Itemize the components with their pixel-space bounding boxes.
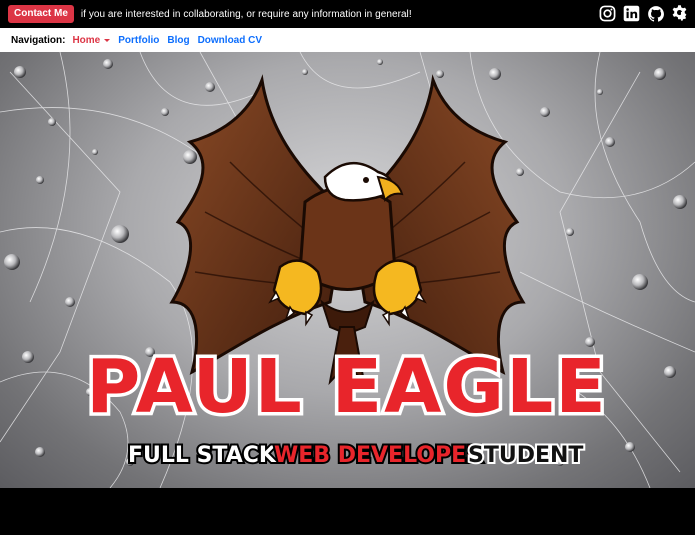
github-icon[interactable]	[646, 4, 665, 23]
linkedin-icon[interactable]	[622, 4, 641, 23]
caret-down-icon	[104, 38, 111, 42]
navigation-label: Navigation:	[11, 34, 66, 46]
settings-gear-icon[interactable]	[670, 4, 689, 23]
nav-item-home-label: Home	[72, 34, 101, 46]
nav-item-portfolio[interactable]: Portfolio	[118, 35, 159, 46]
navigation-bar: Navigation: Home Portfolio Blog Download…	[0, 28, 695, 52]
spider-web-background: PAUL EAGLE FULL STACK WEB DEVELOPER STUD…	[0, 52, 695, 488]
subtitle-web-developer: WEB DEVELOPER	[274, 443, 483, 468]
social-links	[598, 4, 689, 23]
hero-subtitle: FULL STACK WEB DEVELOPER STUDENT	[126, 441, 585, 470]
eagle-logo	[169, 74, 526, 386]
hero-banner: PAUL EAGLE FULL STACK WEB DEVELOPER STUD…	[0, 52, 695, 488]
contact-message: if you are interested in collaborating, …	[80, 8, 412, 20]
top-bar: Contact Me if you are interested in coll…	[0, 0, 695, 28]
contact-me-button[interactable]: Contact Me	[8, 5, 74, 23]
subtitle-full-stack: FULL STACK	[128, 443, 277, 468]
nav-item-home[interactable]: Home	[72, 34, 111, 46]
nav-item-download-cv[interactable]: Download CV	[198, 35, 262, 46]
subtitle-student: STUDENT	[468, 443, 583, 468]
below-hero-area	[0, 488, 695, 535]
hero-title: PAUL EAGLE	[86, 344, 608, 430]
nav-item-blog[interactable]: Blog	[167, 35, 189, 46]
instagram-icon[interactable]	[598, 4, 617, 23]
